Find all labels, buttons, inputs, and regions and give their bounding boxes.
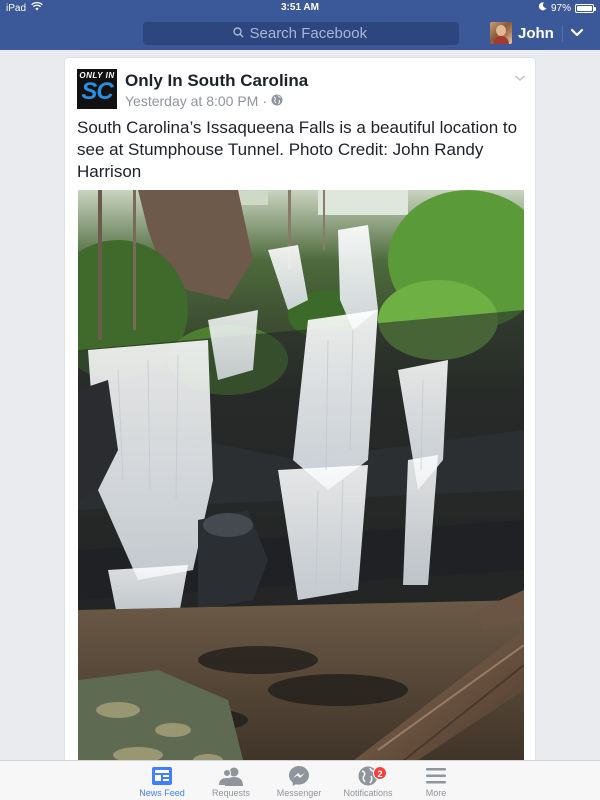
post-photo-waterfall[interactable]: [78, 190, 524, 776]
globe-icon: [271, 93, 283, 109]
tab-more[interactable]: More: [401, 764, 471, 798]
chevron-down-icon[interactable]: [570, 25, 584, 46]
battery-icon: [575, 3, 596, 13]
tab-label-news-feed: News Feed: [139, 788, 185, 798]
tab-label-notifications: Notifications: [343, 788, 393, 798]
meta-separator: ·: [262, 93, 268, 109]
post-options-chevron-icon[interactable]: [514, 70, 526, 88]
status-right: 97%: [538, 2, 596, 14]
search-input[interactable]: [249, 25, 370, 42]
notification-badge: 2: [373, 766, 387, 780]
news-feed-icon: [127, 764, 197, 788]
globe-notifications-icon: 2: [333, 764, 403, 788]
tab-label-requests: Requests: [211, 788, 251, 798]
tab-news-feed[interactable]: News Feed: [127, 764, 197, 798]
do-not-disturb-icon: [538, 2, 547, 14]
profile-button[interactable]: John: [490, 22, 554, 44]
post-timestamp[interactable]: Yesterday at 8:00 PM: [125, 93, 258, 109]
messenger-icon: [264, 764, 334, 788]
battery-level: [577, 5, 592, 11]
battery-percent: 97%: [550, 2, 571, 14]
post-card: ONLY IN SC Only In South Carolina Yester…: [64, 57, 536, 777]
page-logo-text-bottom: SC: [81, 78, 113, 105]
tab-requests[interactable]: Requests: [196, 764, 266, 798]
post-text: South Carolina’s Issaqueena Falls is a b…: [77, 118, 518, 181]
avatar: [490, 22, 512, 44]
search-bar[interactable]: [143, 22, 459, 45]
tab-notifications[interactable]: 2 Notifications: [333, 764, 403, 798]
top-nav-bar: John: [0, 16, 600, 50]
tab-label-more: More: [425, 788, 447, 798]
search-icon: [232, 25, 244, 42]
user-name: John: [518, 24, 554, 42]
tab-messenger[interactable]: Messenger: [264, 764, 334, 798]
status-time: 3:51 AM: [281, 2, 319, 13]
tab-label-messenger: Messenger: [276, 788, 322, 798]
page-logo[interactable]: ONLY IN SC: [77, 69, 117, 109]
page-name-link[interactable]: Only In South Carolina: [125, 71, 308, 91]
status-bar: iPad 3:51 AM 97%: [0, 0, 600, 16]
bottom-tab-bar: News Feed Requests Messenger 2 Notificat…: [0, 760, 600, 800]
menu-icon: [401, 764, 471, 788]
friend-requests-icon: [196, 764, 266, 788]
nav-divider: [562, 25, 563, 42]
post-meta: Yesterday at 8:00 PM ·: [125, 93, 283, 109]
